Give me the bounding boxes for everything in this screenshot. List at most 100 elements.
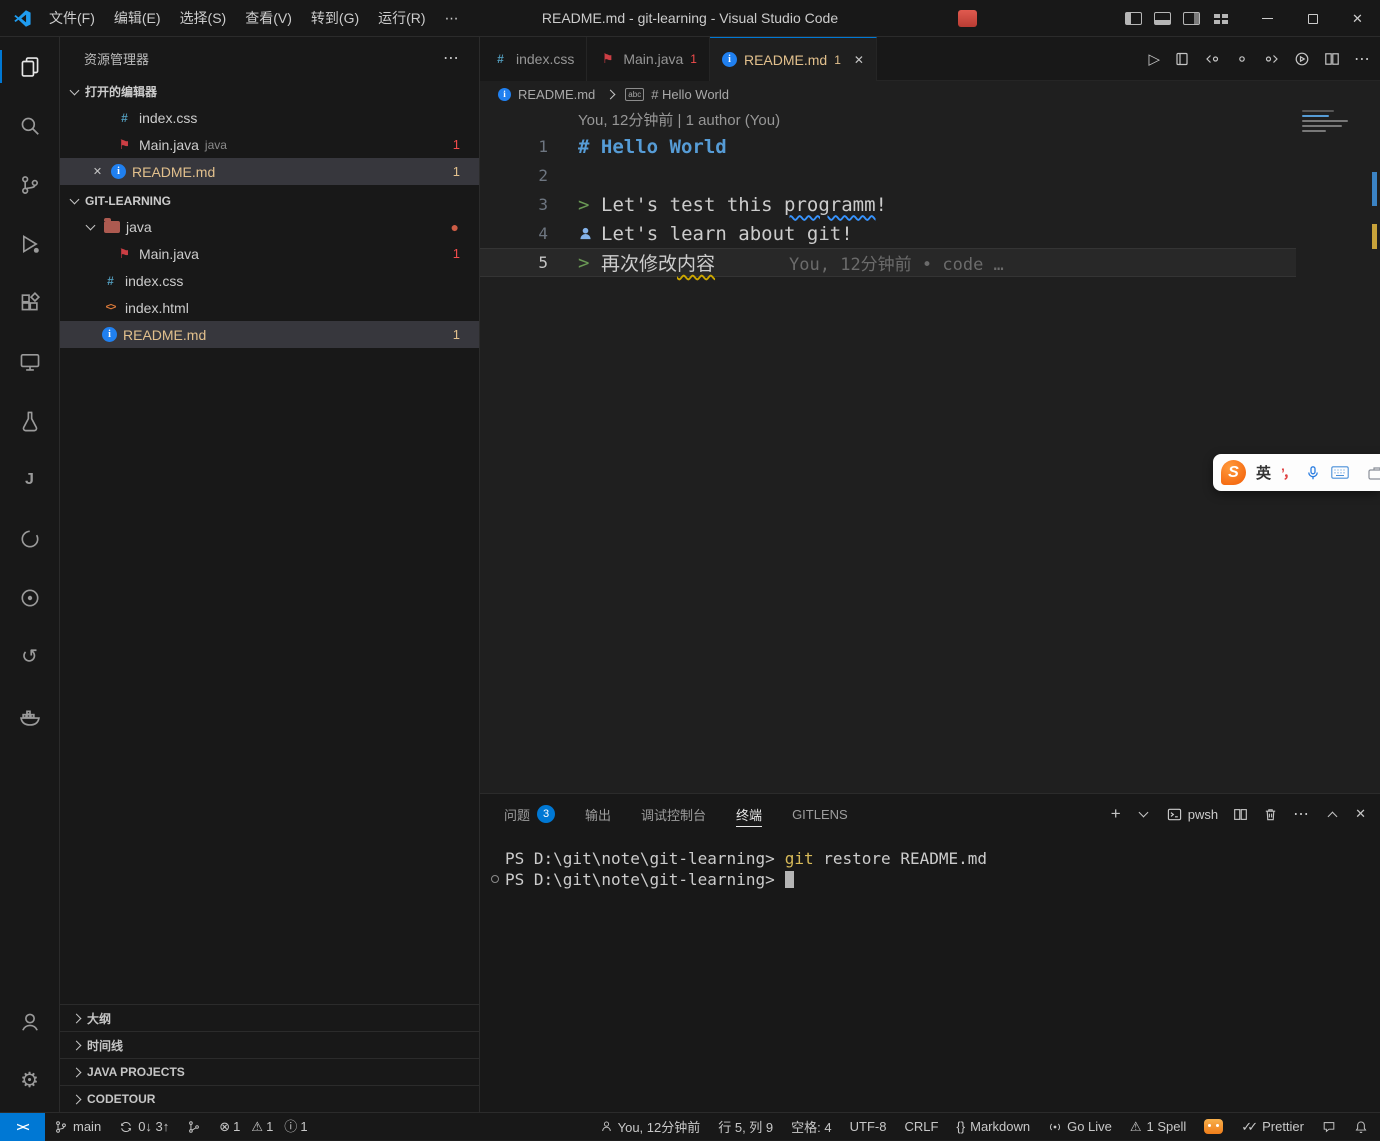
settings-gear-icon[interactable]: ⚙ — [0, 1051, 60, 1110]
java-projects-section[interactable]: JAVA PROJECTS — [60, 1058, 479, 1085]
explorer-more-actions-icon[interactable]: ⋯ — [443, 48, 459, 68]
terminal-shell-item[interactable]: pwsh — [1167, 807, 1218, 822]
open-editor-main-java[interactable]: ⚑ Main.java java 1 — [60, 131, 479, 158]
code-line-2[interactable]: 2 — [480, 161, 1296, 190]
kill-terminal-trash-icon[interactable] — [1263, 807, 1278, 822]
open-editor-readme-md[interactable]: ✕ i README.md 1 — [60, 158, 479, 185]
sync-status[interactable]: 0↓ 3↑ — [110, 1113, 178, 1141]
tab-main-java[interactable]: ⚑ Main.java 1 — [587, 37, 710, 81]
tree-file-readme-md[interactable]: i README.md 1 — [60, 321, 479, 348]
commit-graph-icon[interactable] — [178, 1113, 210, 1141]
menu-select[interactable]: 选择(S) — [171, 4, 236, 32]
account-icon[interactable] — [0, 992, 60, 1051]
toggle-panel-icon[interactable] — [1154, 12, 1171, 25]
command-decoration-icon[interactable] — [491, 875, 499, 883]
ime-punctuation-toggle[interactable]: ’， — [1281, 463, 1295, 483]
run-debug-icon[interactable] — [0, 214, 60, 273]
tab-readme-md[interactable]: i README.md 1 ✕ — [710, 37, 877, 81]
breadcrumb-file[interactable]: README.md — [518, 87, 595, 102]
docker-icon[interactable] — [0, 686, 60, 745]
code-area[interactable]: You, 12分钟前 | 1 author (You) 1 # Hello Wo… — [480, 107, 1296, 277]
tree-file-main-java[interactable]: ⚑ Main.java 1 — [60, 240, 479, 267]
panel-tab-problems[interactable]: 问题 3 — [504, 794, 555, 834]
markdown-preview-icon[interactable] — [1174, 51, 1190, 67]
spell-checker-status[interactable]: ⚠ 1 Spell — [1121, 1113, 1195, 1141]
close-window-button[interactable]: ✕ — [1335, 0, 1380, 37]
toggle-sidebar-icon[interactable] — [1125, 12, 1142, 25]
next-change-icon[interactable] — [1264, 51, 1280, 67]
tree-file-index-css[interactable]: # index.css — [60, 267, 479, 294]
extension-badge-icon[interactable] — [1195, 1113, 1232, 1141]
minimap[interactable] — [1300, 107, 1366, 132]
notifications-bell-icon[interactable] — [1345, 1113, 1380, 1141]
codetour-icon[interactable] — [0, 568, 60, 627]
outline-section[interactable]: 大纲 — [60, 1004, 479, 1031]
encoding-status[interactable]: UTF-8 — [841, 1113, 896, 1141]
ime-toolbox-icon[interactable] — [1368, 465, 1380, 481]
previous-change-icon[interactable] — [1204, 51, 1220, 67]
terminal[interactable]: PS D:\git\note\git-learning>git restore … — [480, 834, 1380, 890]
gitlens-blame-status[interactable]: You, 12分钟前 — [591, 1113, 710, 1141]
language-mode-status[interactable]: {} Markdown — [947, 1113, 1039, 1141]
code-line-4[interactable]: 4 Let's learn about git! — [480, 219, 1296, 248]
code-line-3[interactable]: 3 >Let's test this programm! — [480, 190, 1296, 219]
testing-beaker-icon[interactable] — [0, 391, 60, 450]
search-icon[interactable] — [0, 96, 60, 155]
java-extension-icon[interactable]: J — [0, 450, 60, 509]
code-line-5-current[interactable]: 5 >再次修改内容You, 12分钟前 • code … — [480, 248, 1296, 277]
customize-layout-icon[interactable] — [1212, 12, 1229, 25]
branch-status[interactable]: main — [45, 1113, 110, 1141]
source-control-icon[interactable] — [0, 155, 60, 214]
history-icon[interactable]: ↺ — [0, 627, 60, 686]
extensions-icon[interactable] — [0, 273, 60, 332]
go-live-status[interactable]: Go Live — [1039, 1113, 1121, 1141]
tab-index-css[interactable]: # index.css — [480, 37, 587, 81]
run-code-icon[interactable]: ▷ — [1148, 50, 1160, 68]
indentation-status[interactable]: 空格: 4 — [782, 1113, 840, 1141]
microphone-icon[interactable] — [1305, 465, 1321, 481]
feedback-icon[interactable] — [1313, 1113, 1345, 1141]
open-editor-index-css[interactable]: # index.css — [60, 104, 479, 131]
tree-folder-java[interactable]: java ● — [60, 213, 479, 240]
panel-tab-debug-console[interactable]: 调试控制台 — [641, 794, 706, 834]
toggle-secondary-sidebar-icon[interactable] — [1183, 12, 1200, 25]
open-editors-header[interactable]: 打开的编辑器 — [60, 79, 479, 104]
menu-go[interactable]: 转到(G) — [302, 4, 368, 32]
menu-file[interactable]: 文件(F) — [40, 4, 104, 32]
maximize-panel-icon[interactable] — [1324, 806, 1340, 822]
codelens-blame[interactable]: You, 12分钟前 | 1 author (You) — [480, 107, 1296, 132]
timeline-section[interactable]: 时间线 — [60, 1031, 479, 1058]
close-panel-icon[interactable]: ✕ — [1355, 806, 1366, 822]
panel-tab-terminal[interactable]: 终端 — [736, 794, 762, 834]
more-actions-icon[interactable]: ⋯ — [1354, 49, 1370, 69]
remote-explorer-icon[interactable] — [0, 332, 60, 391]
gitlens-icon[interactable] — [0, 509, 60, 568]
close-tab-icon[interactable]: ✕ — [854, 53, 864, 67]
panel-tab-output[interactable]: 输出 — [585, 794, 611, 834]
ime-language-mode[interactable]: 英 — [1256, 462, 1271, 483]
eol-status[interactable]: CRLF — [895, 1113, 947, 1141]
run-preview-icon[interactable] — [1294, 51, 1310, 67]
cursor-position-status[interactable]: 行 5, 列 9 — [709, 1113, 782, 1141]
prettier-status[interactable]: ✓✓ Prettier — [1232, 1113, 1313, 1141]
menu-edit[interactable]: 编辑(E) — [105, 4, 170, 32]
keyboard-icon[interactable] — [1331, 466, 1349, 479]
codetour-section[interactable]: CODETOUR — [60, 1085, 479, 1112]
maximize-button[interactable] — [1290, 0, 1335, 37]
open-changes-icon[interactable] — [1234, 51, 1250, 67]
panel-tab-gitlens[interactable]: GITLENS — [792, 794, 848, 834]
menu-view[interactable]: 查看(V) — [236, 4, 301, 32]
close-icon[interactable]: ✕ — [90, 165, 105, 178]
split-editor-icon[interactable] — [1324, 51, 1340, 67]
new-terminal-icon[interactable]: + — [1111, 804, 1121, 824]
code-line-1[interactable]: 1 # Hello World — [480, 132, 1296, 161]
minimize-button[interactable] — [1245, 0, 1290, 37]
split-terminal-icon[interactable] — [1233, 807, 1248, 822]
tree-file-index-html[interactable]: <> index.html — [60, 294, 479, 321]
sogou-logo-icon[interactable]: S — [1221, 460, 1246, 485]
breadcrumb-symbol[interactable]: # Hello World — [651, 87, 729, 102]
panel-more-actions-icon[interactable]: ⋯ — [1293, 804, 1309, 824]
explorer-icon[interactable] — [0, 37, 60, 96]
remote-indicator[interactable]: >< — [0, 1113, 45, 1141]
menu-more-icon[interactable]: ⋯ — [436, 6, 468, 31]
